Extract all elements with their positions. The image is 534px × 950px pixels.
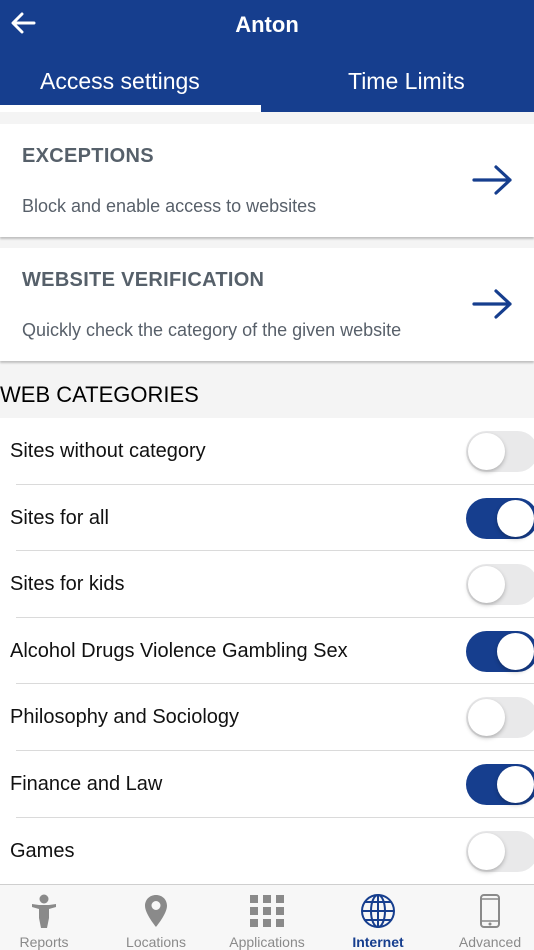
category-label: Sites without category [10, 440, 206, 462]
tab-locations[interactable]: Locations [116, 885, 196, 950]
toggle-knob [497, 499, 534, 537]
card-subtitle: Quickly check the category of the given … [22, 320, 402, 340]
tab-label: Reports [19, 934, 69, 950]
section-title-web-categories: WEB CATEGORIES [0, 382, 199, 407]
web-categories-list: Sites without category Sites for all Sit… [0, 418, 534, 885]
category-row: Philosophy and Sociology [0, 684, 534, 751]
toggle-knob [468, 832, 505, 870]
page-title: Anton [235, 12, 299, 37]
arrow-right-icon[interactable] [472, 288, 514, 320]
globe-icon [358, 893, 398, 929]
tab-label: Applications [229, 934, 305, 950]
category-toggle[interactable] [466, 697, 534, 739]
toggle-knob [468, 566, 505, 604]
category-label: Sites for kids [10, 573, 125, 596]
grid-icon [247, 893, 287, 929]
child-figure-icon [24, 893, 64, 929]
category-toggle[interactable] [466, 763, 534, 805]
toggle-knob [497, 765, 534, 803]
bottom-tab-bar: Reports Locations Applications Internet … [0, 884, 534, 950]
category-label: Finance and Law [10, 772, 163, 795]
category-row: Alcohol Drugs Violence Gambling Sex [0, 618, 534, 685]
arrow-right-icon[interactable] [472, 164, 514, 196]
exceptions-card[interactable]: EXCEPTIONS Block and enable access to we… [0, 124, 534, 237]
tab-internet[interactable]: Internet [338, 885, 418, 950]
map-pin-icon [136, 893, 176, 929]
toggle-knob [497, 632, 534, 670]
category-row: Sites without category [0, 418, 534, 485]
card-title: EXCEPTIONS [22, 145, 154, 167]
category-row: Finance and Law [0, 751, 534, 818]
tab-label: Advanced [458, 934, 522, 950]
tab-label: Internet [352, 934, 404, 950]
category-toggle[interactable] [466, 830, 534, 872]
category-toggle[interactable] [466, 431, 534, 472]
category-label: Sites for all [10, 506, 109, 529]
category-toggle[interactable] [466, 564, 534, 606]
category-label: Games [10, 839, 75, 862]
toggle-knob [468, 433, 505, 470]
category-row: Sites for all [0, 485, 534, 552]
app-header: Anton Access settings Time Limits [0, 0, 534, 112]
category-row: Games [0, 818, 534, 885]
category-toggle[interactable] [466, 630, 534, 672]
toggle-knob [468, 699, 505, 737]
phone-icon [470, 893, 510, 929]
category-toggle[interactable] [466, 497, 534, 539]
website-verification-card[interactable]: WEBSITE VERIFICATION Quickly check the c… [0, 248, 534, 361]
category-row: Sites for kids [0, 551, 534, 618]
card-subtitle: Block and enable access to websites [22, 196, 317, 216]
active-tab-indicator [0, 105, 261, 112]
category-label: Alcohol Drugs Violence Gambling Sex [10, 639, 348, 662]
tab-label: Locations [126, 934, 186, 950]
category-label: Philosophy and Sociology [10, 706, 240, 729]
tab-applications[interactable]: Applications [222, 885, 312, 950]
card-title: WEBSITE VERIFICATION [22, 269, 265, 291]
tab-reports[interactable]: Reports [4, 885, 84, 950]
tab-access-settings[interactable]: Access settings [40, 68, 200, 95]
tab-advanced[interactable]: Advanced [450, 885, 530, 950]
tab-time-limits[interactable]: Time Limits [348, 68, 465, 95]
